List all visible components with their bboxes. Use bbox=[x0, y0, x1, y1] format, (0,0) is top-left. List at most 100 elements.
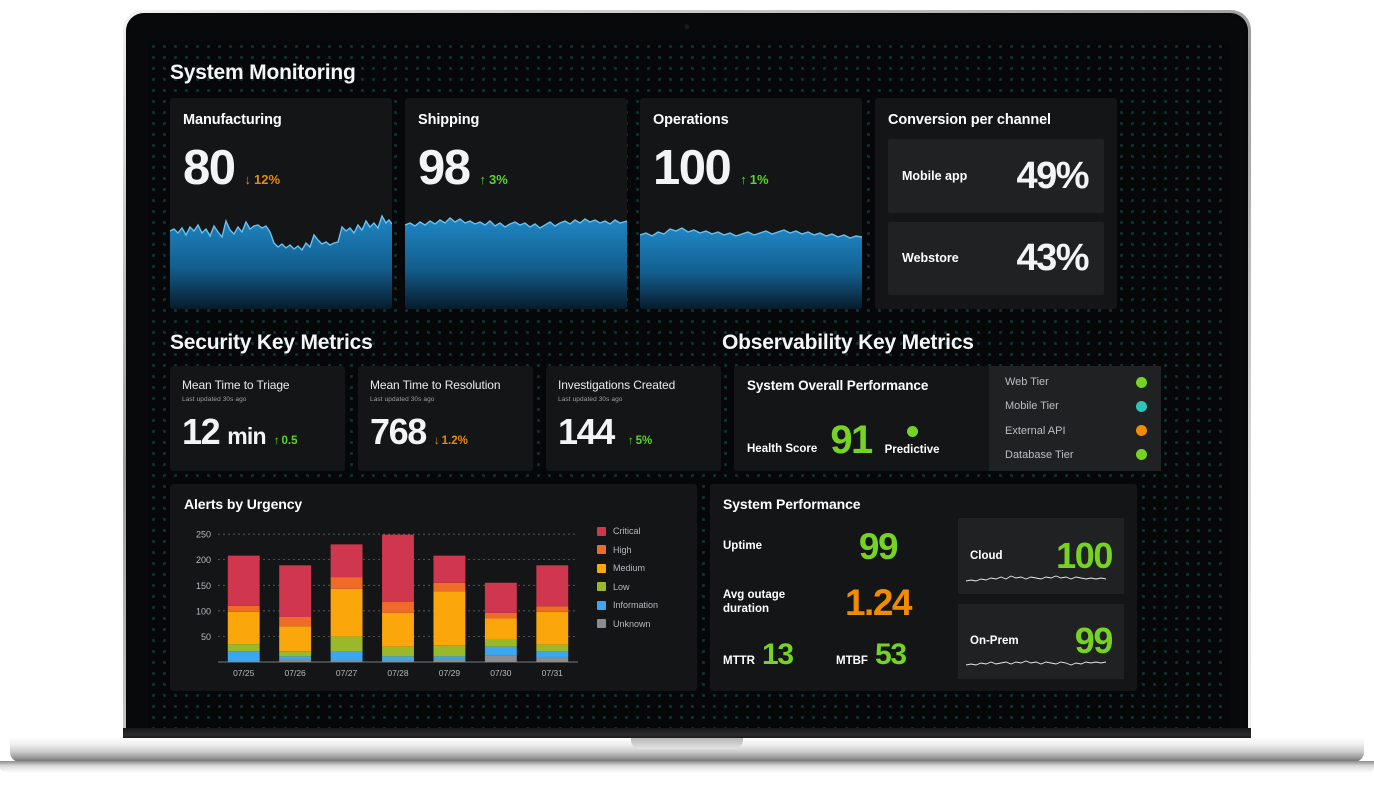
legend-item[interactable]: Medium bbox=[597, 563, 683, 573]
webcam-icon bbox=[684, 24, 690, 30]
tier-row-external-api[interactable]: External API bbox=[1005, 425, 1147, 437]
bar-segment[interactable] bbox=[227, 651, 260, 661]
bar-segment[interactable] bbox=[227, 660, 260, 662]
metric-label: MTBF bbox=[836, 654, 868, 667]
legend-swatch-icon bbox=[597, 619, 606, 628]
security-value: 768 bbox=[370, 411, 427, 452]
conversion-label: Webstore bbox=[902, 251, 959, 266]
system-performance-card[interactable]: System Performance Uptime 99 Avg outage … bbox=[710, 484, 1137, 691]
system-overall-performance-card[interactable]: System Overall Performance Health Score … bbox=[734, 366, 1161, 471]
svg-text:100: 100 bbox=[196, 606, 211, 616]
bar-segment[interactable] bbox=[433, 582, 466, 592]
bar-segment[interactable] bbox=[279, 656, 312, 660]
environment-card-on-prem[interactable]: On-Prem 99 bbox=[958, 603, 1124, 679]
bar-segment[interactable] bbox=[484, 618, 517, 639]
bar-segment[interactable] bbox=[536, 657, 569, 662]
legend-item[interactable]: Unknown bbox=[597, 619, 683, 629]
legend-item[interactable]: High bbox=[597, 545, 683, 555]
legend-item[interactable]: Information bbox=[597, 600, 683, 610]
bar-segment[interactable] bbox=[484, 612, 517, 619]
bar-segment[interactable] bbox=[330, 636, 363, 652]
bar-segment[interactable] bbox=[433, 645, 466, 657]
svg-text:07/29: 07/29 bbox=[439, 668, 461, 678]
bar-segment[interactable] bbox=[382, 656, 414, 661]
conversion-title: Conversion per channel bbox=[888, 112, 1051, 128]
security-metrics-group: Mean Time to Triage Last updated 30s ago… bbox=[170, 366, 721, 471]
security-delta: ↑ 5% bbox=[628, 435, 652, 447]
security-delta: ↓ 1.2% bbox=[434, 435, 468, 447]
bar-segment[interactable] bbox=[536, 651, 569, 658]
bar-segment[interactable] bbox=[433, 656, 466, 659]
bar-segment[interactable] bbox=[536, 565, 569, 607]
metric-value: 13 bbox=[761, 637, 794, 671]
bar-segment[interactable] bbox=[279, 659, 312, 662]
bar-segment[interactable] bbox=[227, 605, 260, 612]
legend-item[interactable]: Low bbox=[597, 582, 683, 592]
section-title-observability: Observability Key Metrics bbox=[722, 331, 974, 354]
conversion-row-mobile-app[interactable]: Mobile app 49% bbox=[888, 139, 1104, 213]
kpi-card-shipping[interactable]: Shipping 98 ↑ 3% bbox=[405, 98, 627, 309]
bar-segment[interactable] bbox=[330, 651, 363, 661]
arrow-up-icon: ↑ bbox=[479, 172, 487, 187]
health-score-row: Health Score 91 Predictive bbox=[747, 420, 940, 460]
security-value-row: 12 min ↑ 0.5 bbox=[182, 414, 333, 450]
bar-segment[interactable] bbox=[484, 655, 517, 662]
stacked-bar-chart: 50 100 150 200 250 07/25 07/26 07/27 07/28 07/29 0… bbox=[196, 530, 578, 678]
kpi-card-operations[interactable]: Operations 100 ↑ 1% bbox=[640, 98, 862, 309]
bar-segment[interactable] bbox=[382, 612, 414, 647]
kpi-value-row: 98 ↑ 3% bbox=[405, 128, 627, 193]
bar-segment[interactable] bbox=[382, 534, 414, 602]
conversion-row-webstore[interactable]: Webstore 43% bbox=[888, 221, 1104, 295]
bar-segment[interactable] bbox=[536, 606, 569, 612]
bar-segment[interactable] bbox=[536, 644, 569, 652]
bar-segment[interactable] bbox=[330, 544, 363, 578]
bar-segment[interactable] bbox=[484, 646, 517, 656]
svg-text:150: 150 bbox=[196, 581, 211, 591]
bar-segment[interactable] bbox=[484, 638, 517, 647]
bar-segment[interactable] bbox=[227, 644, 260, 652]
security-card-investigations-created[interactable]: Investigations Created Last updated 30s … bbox=[546, 366, 721, 471]
bar-segment[interactable] bbox=[330, 577, 363, 589]
bar-segment[interactable] bbox=[279, 651, 312, 657]
arrow-up-icon: ↑ bbox=[273, 435, 280, 447]
kpi-card-manufacturing[interactable]: Manufacturing 80 ↓ 12% bbox=[170, 98, 392, 309]
status-dot-icon bbox=[906, 426, 918, 437]
security-card-mean-time-to-resolution[interactable]: Mean Time to Resolution Last updated 30s… bbox=[358, 366, 533, 471]
system-performance-title: System Performance bbox=[723, 496, 861, 512]
chart-plot: 50 100 150 200 250 07/25 07/26 07/27 07/28 07/29 0… bbox=[184, 522, 597, 687]
alerts-by-urgency-card[interactable]: Alerts by Urgency 50 100 150 200 250 07/25 07/… bbox=[170, 484, 697, 691]
environment-value: 100 bbox=[1056, 534, 1113, 576]
security-card-title: Mean Time to Resolution bbox=[370, 378, 501, 392]
bar-segment[interactable] bbox=[433, 658, 466, 662]
bar-segment[interactable] bbox=[279, 565, 312, 617]
security-card-mean-time-to-triage[interactable]: Mean Time to Triage Last updated 30s ago… bbox=[170, 366, 345, 471]
bar-segment[interactable] bbox=[227, 555, 260, 606]
conversion-value: 43% bbox=[1016, 237, 1089, 280]
legend-item[interactable]: Critical bbox=[597, 526, 683, 536]
bar-segment[interactable] bbox=[279, 626, 312, 652]
bar-segment[interactable] bbox=[484, 582, 517, 613]
bar-segment[interactable] bbox=[433, 555, 466, 583]
bar-segment[interactable] bbox=[227, 611, 260, 645]
security-card-subtitle: Last updated 30s ago bbox=[182, 396, 247, 403]
system-overall-title: System Overall Performance bbox=[747, 378, 929, 393]
bar-segment[interactable] bbox=[330, 588, 363, 637]
environment-card-cloud[interactable]: Cloud 100 bbox=[958, 518, 1124, 594]
bar-segment[interactable] bbox=[330, 660, 363, 662]
bar-segment[interactable] bbox=[382, 646, 414, 657]
bar-segment[interactable] bbox=[382, 660, 414, 662]
bar-segment[interactable] bbox=[279, 616, 312, 627]
security-card-subtitle: Last updated 30s ago bbox=[558, 396, 623, 403]
tier-row-database[interactable]: Database Tier bbox=[1005, 449, 1147, 461]
bar-segment[interactable] bbox=[433, 591, 466, 646]
security-card-subtitle: Last updated 30s ago bbox=[370, 396, 435, 403]
arrow-up-icon: ↑ bbox=[740, 172, 747, 187]
tier-row-web[interactable]: Web Tier bbox=[1005, 376, 1147, 388]
kpi-delta-value: 3% bbox=[489, 172, 508, 187]
bar-segment[interactable] bbox=[536, 611, 569, 645]
security-delta-value: 5% bbox=[635, 435, 653, 447]
tier-row-mobile[interactable]: Mobile Tier bbox=[1005, 400, 1147, 412]
bar-segment[interactable] bbox=[382, 601, 414, 613]
conversion-per-channel-card[interactable]: Conversion per channel Mobile app 49% We… bbox=[875, 98, 1117, 309]
kpi-value: 100 bbox=[653, 141, 732, 195]
